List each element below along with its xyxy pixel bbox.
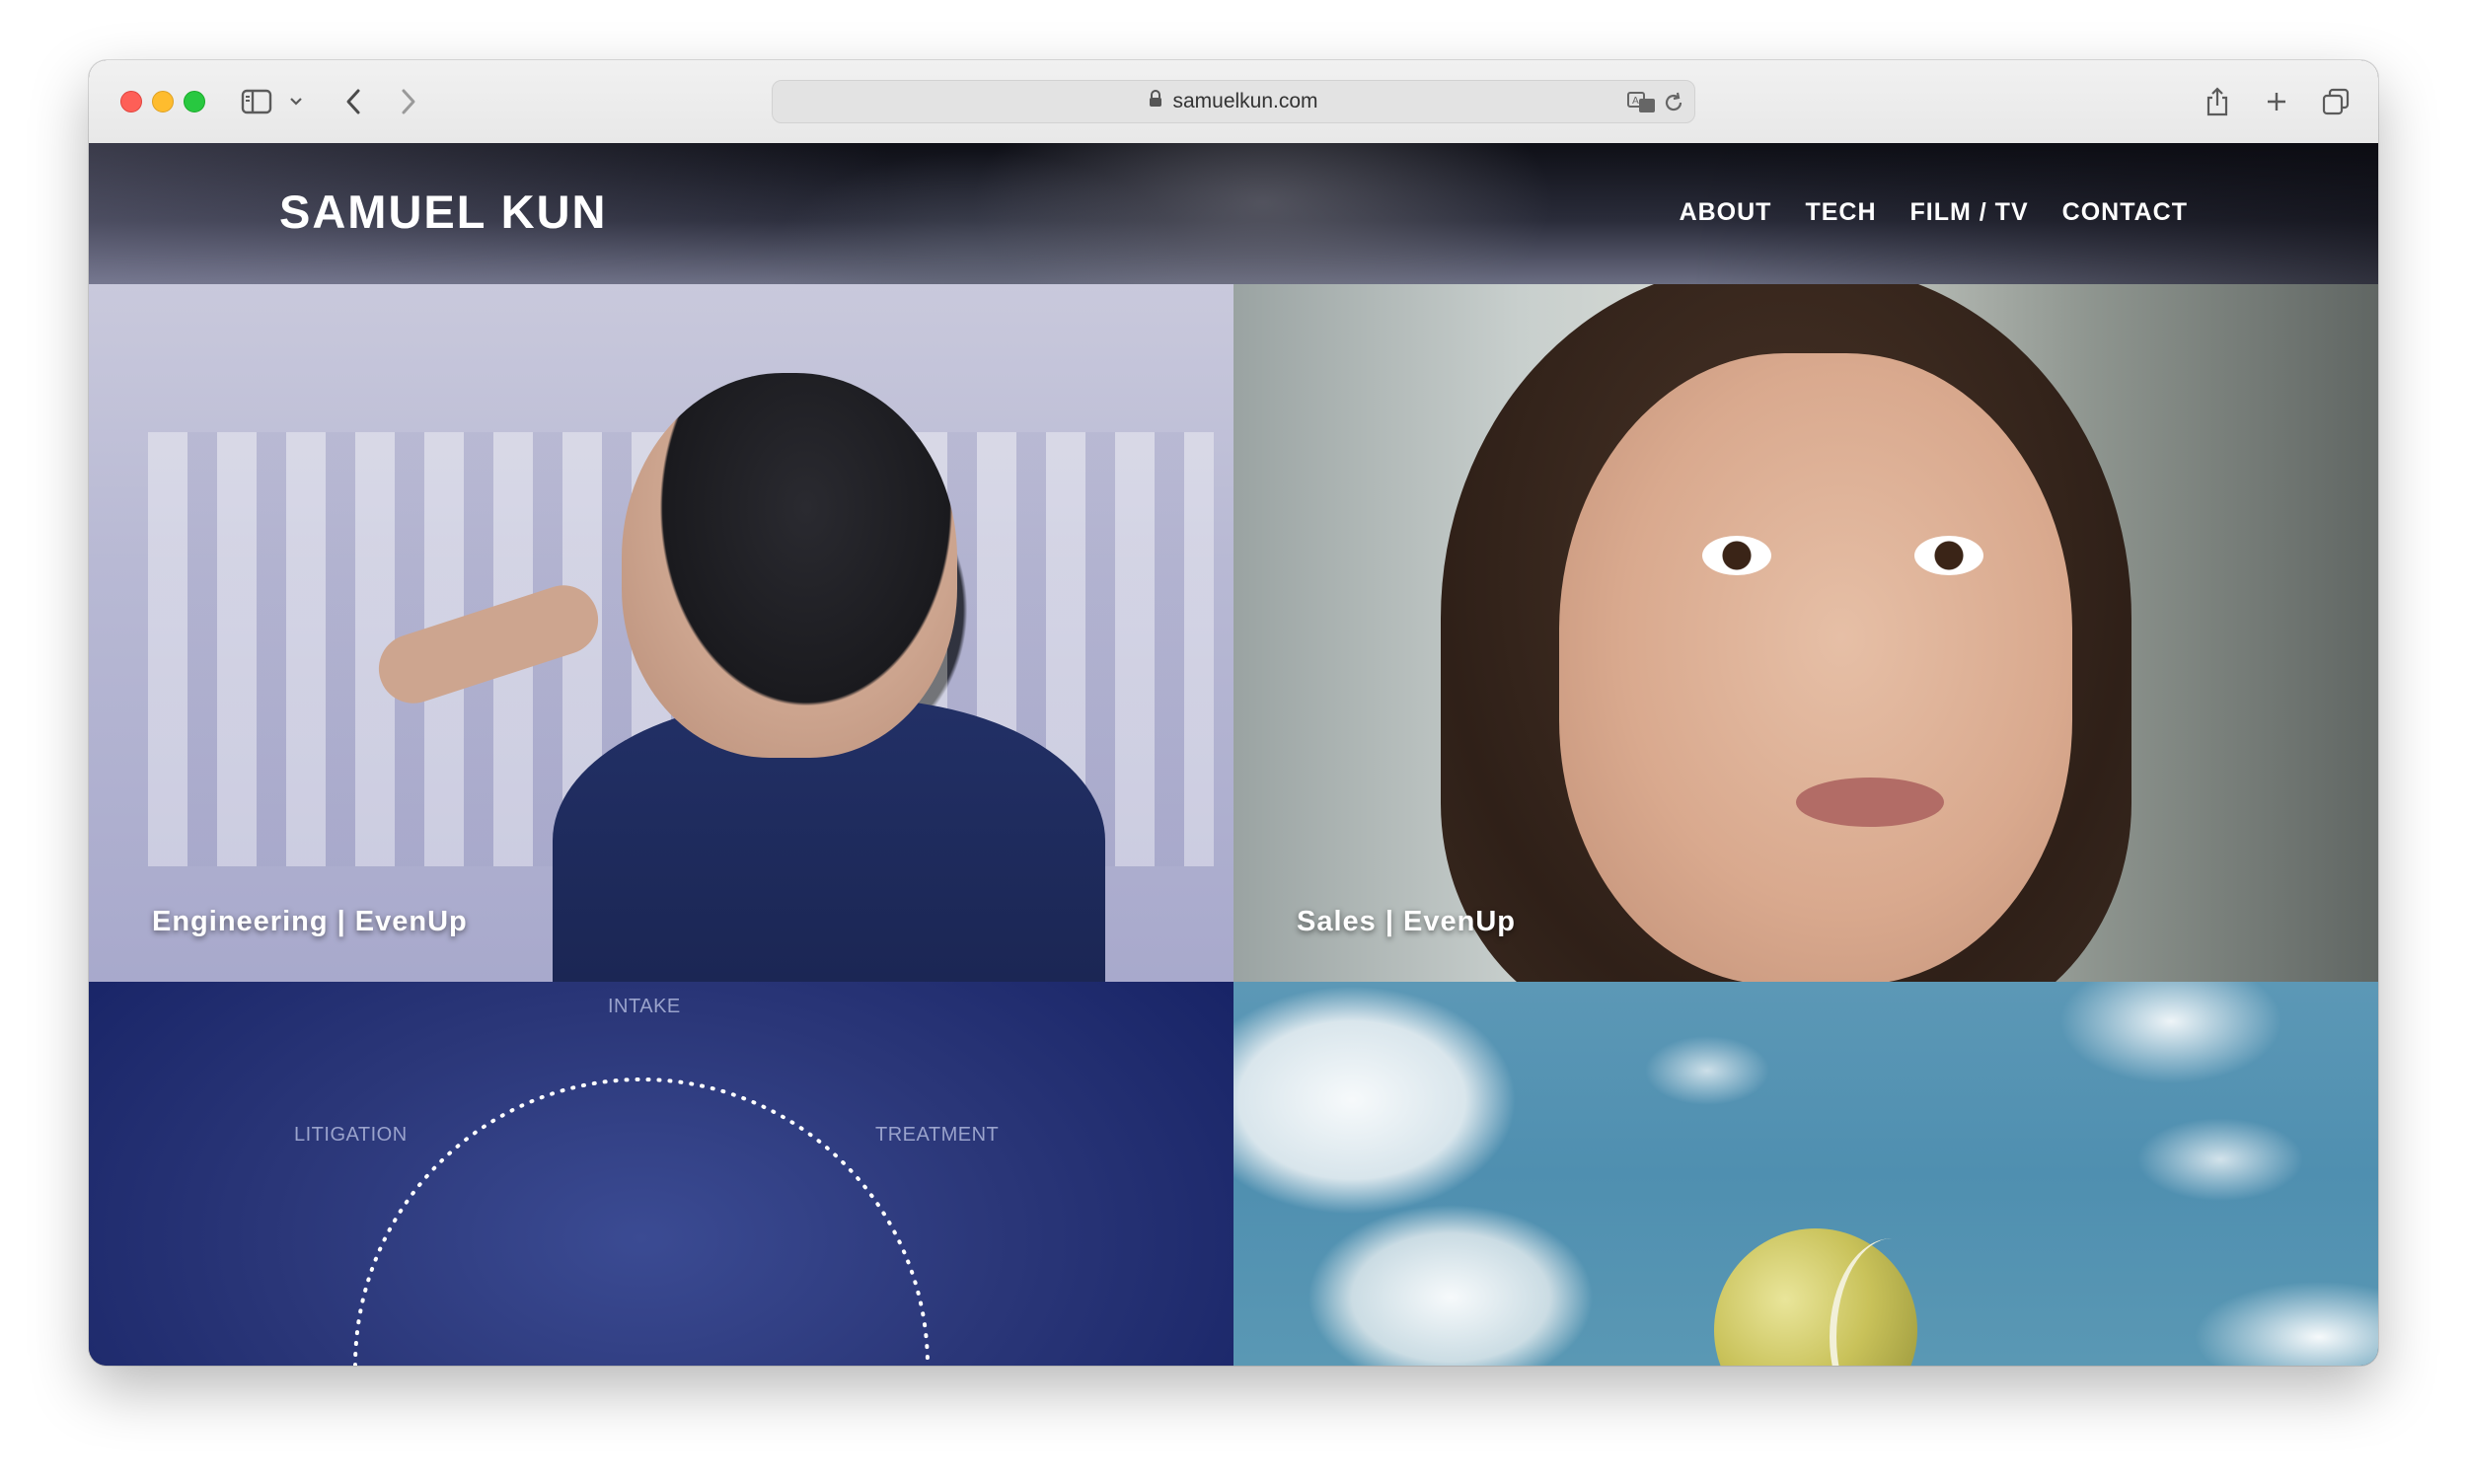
minimize-window-button[interactable] [152,91,174,112]
tab-overview-icon[interactable] [2319,82,2353,121]
project-tile-diagram[interactable]: INTAKE LITIGATION TREATMENT [89,982,1234,1366]
site-header: SAMUEL KUN ABOUT TECH FILM / TV CONTACT [89,143,2378,284]
person-eye-image [1702,536,1771,575]
new-tab-icon[interactable] [2260,82,2293,121]
tennis-ball-image [1714,1228,1917,1366]
url-text: samuelkun.com [1172,90,1318,112]
browser-toolbar: samuelkun.com A [89,60,2378,144]
chevron-down-icon[interactable] [286,82,306,121]
nav-link-about[interactable]: ABOUT [1680,198,1772,227]
svg-text:A: A [1632,96,1639,107]
address-bar[interactable]: samuelkun.com A [772,80,1695,123]
close-window-button[interactable] [120,91,142,112]
back-arrow-icon[interactable] [339,82,367,121]
project-tile-sales[interactable]: Sales | EvenUp [1234,284,2378,982]
nav-link-contact[interactable]: CONTACT [2062,198,2188,227]
project-tile-tennis[interactable] [1234,982,2378,1366]
person-lips-image [1796,778,1944,827]
project-tile-engineering[interactable]: Engineering | EvenUp [89,284,1234,982]
website-viewport: SAMUEL KUN ABOUT TECH FILM / TV CONTACT … [89,143,2378,1366]
nav-link-tech[interactable]: TECH [1805,198,1876,227]
person-eye-image [1914,536,1983,575]
reload-icon[interactable] [1659,83,1688,122]
tile-caption: Sales | EvenUp [1297,906,1516,937]
person-face-image [1559,353,2072,982]
main-nav: ABOUT TECH FILM / TV CONTACT [1680,198,2188,227]
share-icon[interactable] [2201,82,2234,121]
forward-arrow-icon[interactable] [395,82,422,121]
diagram-label-treatment: TREATMENT [875,1124,1000,1146]
diagram-label-litigation: LITIGATION [294,1124,408,1146]
lock-icon [1149,90,1162,113]
person-head-image [622,373,957,758]
diagram-label-intake: INTAKE [608,996,681,1017]
browser-window: samuelkun.com A SAMUEL KUN ABOUT TECH FI… [89,60,2378,1366]
dotted-arc-graphic [353,1077,930,1366]
site-logo[interactable]: SAMUEL KUN [279,185,607,239]
tile-caption: Engineering | EvenUp [152,906,468,937]
zoom-window-button[interactable] [184,91,205,112]
sidebar-toggle-icon[interactable] [237,82,276,121]
nav-link-film-tv[interactable]: FILM / TV [1910,198,2029,227]
translate-icon[interactable]: A [1625,83,1659,122]
tennis-ball-seam [1830,1238,1955,1366]
